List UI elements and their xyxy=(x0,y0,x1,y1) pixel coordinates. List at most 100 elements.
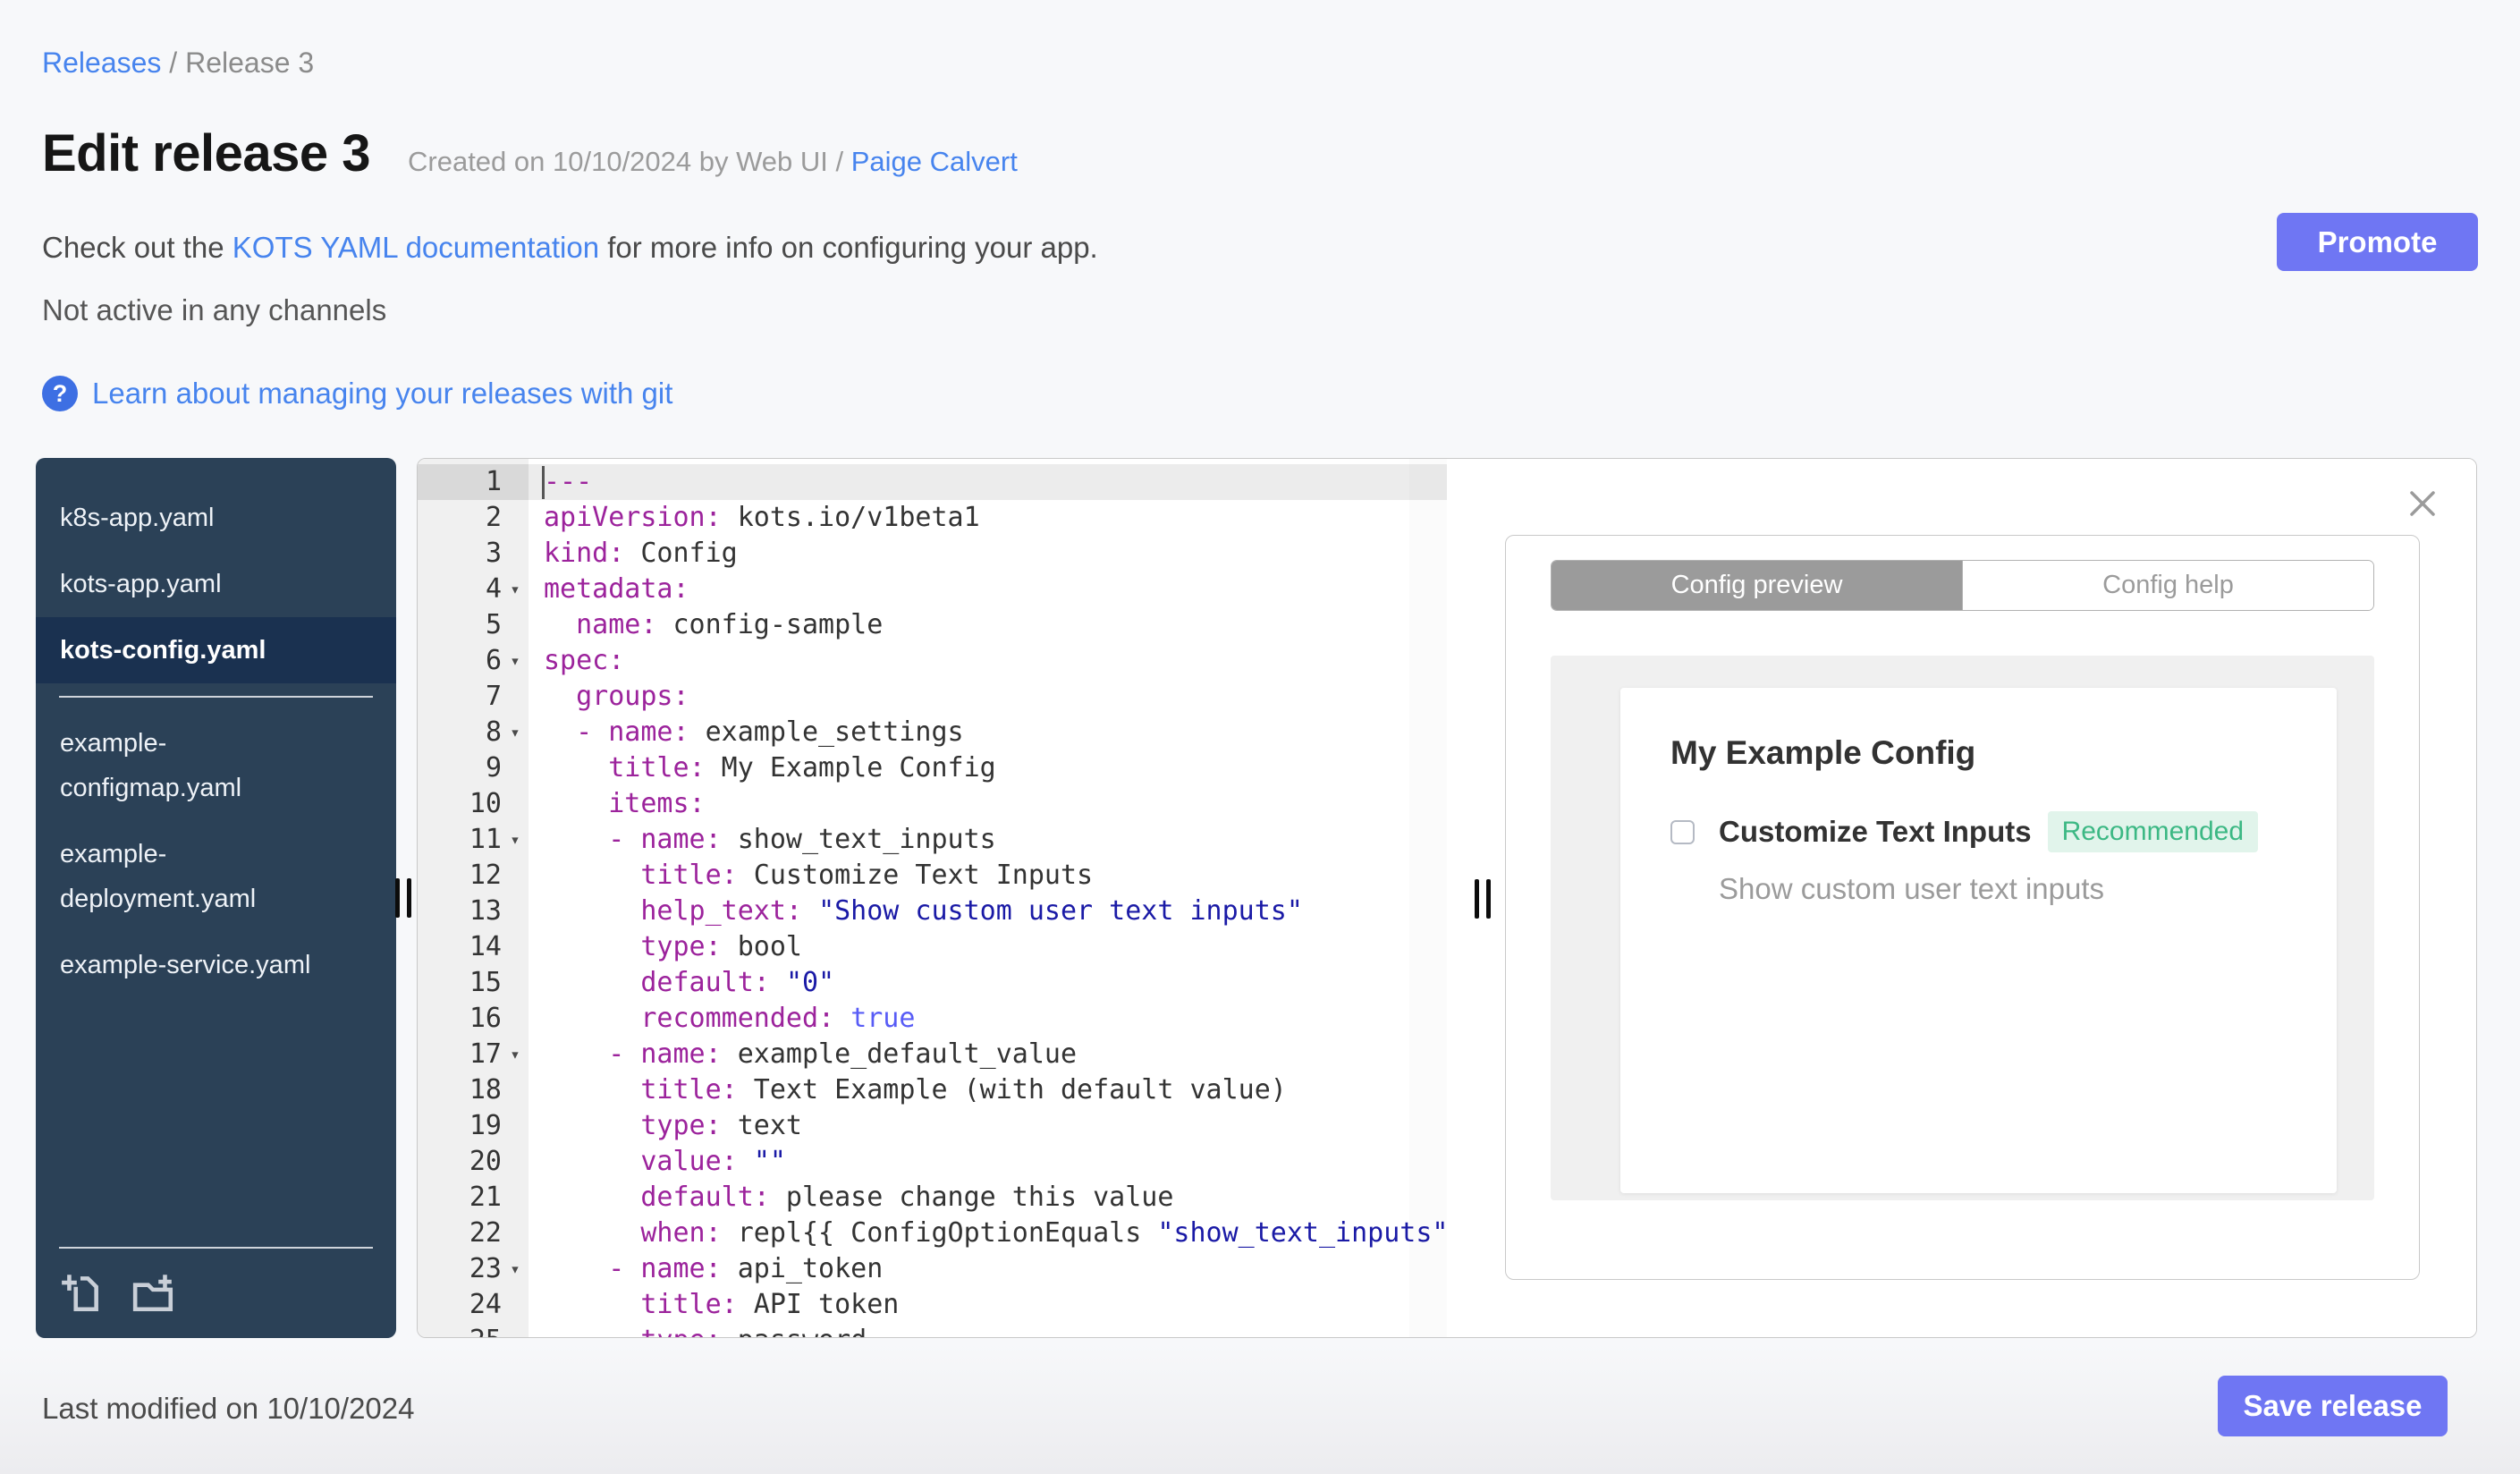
code-line[interactable]: apiVersion: kots.io/v1beta1 xyxy=(529,500,1447,536)
config-group-title: My Example Config xyxy=(1670,734,1976,771)
code-line[interactable]: title: Text Example (with default value) xyxy=(529,1072,1447,1108)
line-number: 8 xyxy=(485,716,502,748)
editor-code[interactable]: --- apiVersion: kots.io/v1beta1 kind: Conf… xyxy=(529,459,1447,1337)
code-line[interactable]: - name: example_settings xyxy=(529,715,1447,750)
fold-arrow-icon[interactable]: ▾ xyxy=(502,822,529,858)
line-number: 7 xyxy=(485,681,502,712)
code-line[interactable]: title: My Example Config xyxy=(529,750,1447,786)
gutter-row: 23 ▾ xyxy=(418,1251,529,1287)
fold-arrow-placeholder xyxy=(502,929,529,965)
editor-gutter: 1 2 3 4 ▾ 5 6 ▾ 7 8 ▾ 9 10 11 ▾ 12 13 14 15 16 17 ▾ 18 19 20 21 22… xyxy=(418,459,529,1337)
config-item-checkbox[interactable] xyxy=(1670,819,1695,844)
line-number: 6 xyxy=(485,645,502,676)
fold-arrow-placeholder xyxy=(502,464,529,500)
code-line[interactable]: value: "" xyxy=(529,1144,1447,1180)
file-item[interactable]: kots-app.yaml xyxy=(36,551,396,617)
code-line[interactable]: metadata: xyxy=(529,572,1447,607)
line-number: 15 xyxy=(469,967,502,998)
fold-arrow-icon[interactable]: ▾ xyxy=(502,1037,529,1072)
release-editor-panel: 1 2 3 4 ▾ 5 6 ▾ 7 8 ▾ 9 10 11 ▾ 12 13 14 15 16 17 ▾ 18 19 20 21 22… xyxy=(417,458,2477,1338)
line-number: 13 xyxy=(469,895,502,927)
file-item[interactable]: example-service.yaml xyxy=(36,932,396,998)
save-release-button[interactable]: Save release xyxy=(2218,1376,2448,1436)
sidebar-footer-divider xyxy=(59,1247,373,1249)
gutter-row: 25 xyxy=(418,1323,529,1337)
gutter-row: 15 xyxy=(418,965,529,1001)
close-preview-button[interactable] xyxy=(2405,486,2440,521)
gutter-row: 9 xyxy=(418,750,529,786)
code-line[interactable]: type: password xyxy=(529,1323,1447,1337)
code-line[interactable]: title: Customize Text Inputs xyxy=(529,858,1447,894)
breadcrumb-separator: / xyxy=(161,47,186,79)
kots-docs-link[interactable]: KOTS YAML documentation xyxy=(233,231,599,264)
code-line[interactable]: --- xyxy=(529,464,1447,500)
docs-info-line: Check out the KOTS YAML documentation fo… xyxy=(42,231,1098,265)
line-number: 4 xyxy=(485,573,502,605)
tab-config-help[interactable]: Config help xyxy=(1962,561,2373,610)
code-line[interactable]: title: API token xyxy=(529,1287,1447,1323)
config-item-help-text: Show custom user text inputs xyxy=(1719,872,2105,905)
config-item-label: Customize Text Inputs xyxy=(1719,815,2032,848)
fold-arrow-placeholder xyxy=(502,1180,529,1216)
fold-arrow-icon[interactable]: ▾ xyxy=(502,643,529,679)
gutter-row: 7 xyxy=(418,679,529,715)
line-number: 2 xyxy=(485,502,502,533)
code-line[interactable]: recommended: true xyxy=(529,1001,1447,1037)
gutter-row: 5 xyxy=(418,607,529,643)
add-file-icon[interactable] xyxy=(59,1270,104,1315)
fold-arrow-icon[interactable]: ▾ xyxy=(502,572,529,607)
gutter-row: 4 ▾ xyxy=(418,572,529,607)
editor-scrollbar[interactable] xyxy=(1409,459,1447,1337)
close-icon xyxy=(2410,491,2435,516)
config-render-area: My Example Config Customize Text Inputs … xyxy=(1551,656,2374,1200)
fold-arrow-placeholder xyxy=(502,750,529,786)
code-line[interactable]: items: xyxy=(529,786,1447,822)
code-line[interactable]: groups: xyxy=(529,679,1447,715)
question-icon: ? xyxy=(42,376,78,411)
fold-arrow-placeholder xyxy=(502,536,529,572)
line-number: 11 xyxy=(469,824,502,855)
git-releases-link[interactable]: Learn about managing your releases with … xyxy=(92,377,672,411)
recommended-badge: Recommended xyxy=(2047,811,2259,852)
gutter-row: 14 xyxy=(418,929,529,965)
add-folder-icon[interactable] xyxy=(129,1270,179,1315)
code-line[interactable]: name: config-sample xyxy=(529,607,1447,643)
file-list-top: k8s-app.yaml kots-app.yaml kots-config.yam… xyxy=(36,485,396,683)
code-line[interactable]: type: text xyxy=(529,1108,1447,1144)
sidebar-resize-handle[interactable] xyxy=(395,878,411,918)
gutter-row: 10 xyxy=(418,786,529,822)
code-line[interactable]: - name: show_text_inputs xyxy=(529,822,1447,858)
file-item[interactable]: k8s-app.yaml xyxy=(36,485,396,551)
tab-config-preview[interactable]: Config preview xyxy=(1552,561,1962,610)
line-number: 20 xyxy=(469,1146,502,1177)
code-line[interactable]: type: bool xyxy=(529,929,1447,965)
line-number: 10 xyxy=(469,788,502,819)
code-line[interactable]: kind: Config xyxy=(529,536,1447,572)
yaml-editor[interactable]: 1 2 3 4 ▾ 5 6 ▾ 7 8 ▾ 9 10 11 ▾ 12 13 14 15 16 17 ▾ 18 19 20 21 22… xyxy=(418,459,1447,1337)
line-number: 14 xyxy=(469,931,502,962)
code-line[interactable]: - name: api_token xyxy=(529,1251,1447,1287)
config-group-card: My Example Config Customize Text Inputs … xyxy=(1620,688,2337,1193)
code-line[interactable]: default: please change this value xyxy=(529,1180,1447,1216)
file-item[interactable]: kots-config.yaml xyxy=(36,617,396,683)
code-line[interactable]: - name: example_default_value xyxy=(529,1037,1447,1072)
fold-arrow-icon[interactable]: ▾ xyxy=(502,1251,529,1287)
code-line[interactable]: spec: xyxy=(529,643,1447,679)
gutter-row: 8 ▾ xyxy=(418,715,529,750)
file-item[interactable]: example-configmap.yaml xyxy=(36,710,396,821)
fold-arrow-icon[interactable]: ▾ xyxy=(502,715,529,750)
preview-tabs: Config preview Config help xyxy=(1551,560,2374,611)
code-line[interactable]: help_text: "Show custom user text inputs… xyxy=(529,894,1447,929)
file-item[interactable]: example-deployment.yaml xyxy=(36,821,396,932)
config-item-row: Customize Text Inputs Recommended xyxy=(1670,811,2287,852)
channel-status: Not active in any channels xyxy=(42,293,387,326)
preview-resize-handle[interactable] xyxy=(1475,879,1491,919)
file-sidebar: k8s-app.yaml kots-app.yaml kots-config.yam… xyxy=(36,458,396,1338)
promote-button[interactable]: Promote xyxy=(2277,213,2478,271)
breadcrumb-releases-link[interactable]: Releases xyxy=(42,47,161,79)
code-line[interactable]: default: "0" xyxy=(529,965,1447,1001)
title-row: Edit release 3 Created on 10/10/2024 by … xyxy=(42,123,1018,183)
author-link[interactable]: Paige Calvert xyxy=(851,146,1018,177)
gutter-row: 22 xyxy=(418,1216,529,1251)
code-line[interactable]: when: repl{{ ConfigOptionEquals "show_te… xyxy=(529,1216,1447,1251)
